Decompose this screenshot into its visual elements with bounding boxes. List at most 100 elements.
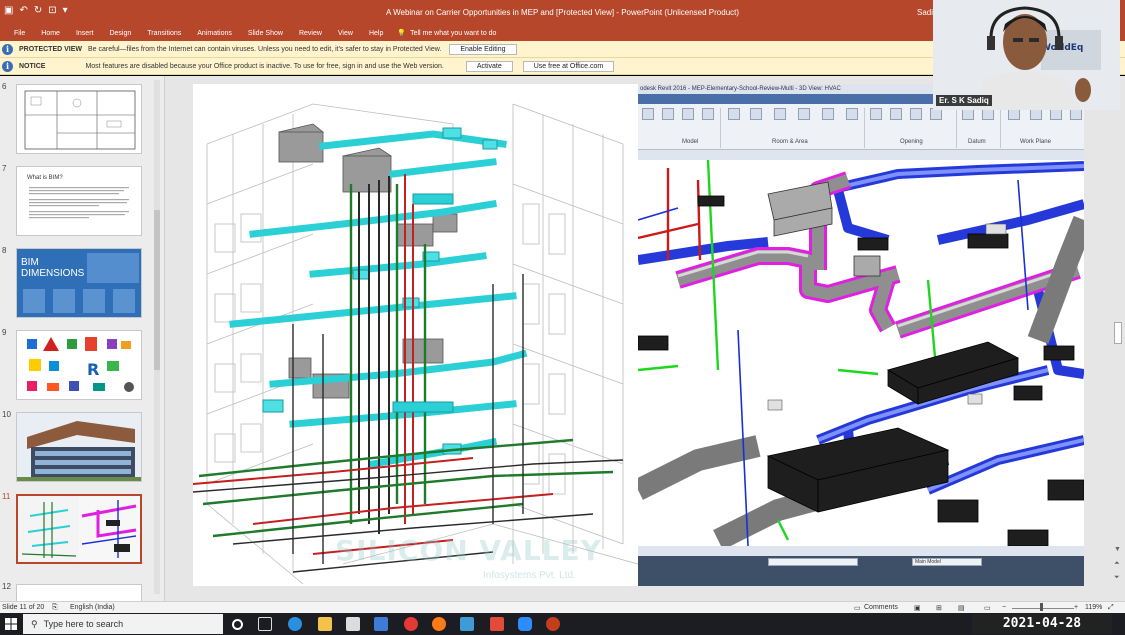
revit-status-field — [768, 558, 858, 566]
revit-group-label: Room & Area — [772, 139, 808, 145]
slide-thumbnail[interactable]: 12 — [0, 582, 150, 601]
revit-screenshot: odesk Revit 2016 - MEP-Elementary-School… — [638, 84, 1084, 586]
zoom-out-icon[interactable]: − — [1002, 604, 1006, 611]
mep-isometric-model — [193, 103, 638, 585]
revit-tool — [680, 108, 696, 134]
floor-plan-thumbnail — [16, 84, 142, 154]
taskbar-search-box[interactable]: ⚲ Type here to search — [23, 614, 223, 634]
app-icon[interactable] — [460, 617, 474, 631]
zoom-slider[interactable] — [1012, 608, 1074, 609]
slide-thumbnail[interactable]: 6 — [0, 82, 150, 156]
presenter-webcam: WorldEq Er. S K Sadiq — [933, 0, 1120, 110]
revit-group-label: Datum — [968, 139, 986, 145]
enable-editing-button[interactable]: Enable Editing — [449, 43, 517, 55]
slide-sorter-icon[interactable]: ⊞ — [936, 604, 942, 612]
revit-ribbon: Model Room & Area Opening Datum Work Pla… — [638, 104, 1084, 150]
status-bar: Slide 11 of 20 ⎘ English (India) ▭ Comme… — [0, 601, 1125, 613]
slide-thumbnail[interactable]: 9 R — [0, 328, 150, 402]
file-explorer-icon[interactable] — [318, 617, 332, 631]
tab-view[interactable]: View — [330, 30, 361, 37]
slide-thumbnail-current[interactable]: 11 — [0, 492, 150, 566]
tab-file[interactable]: File — [6, 30, 33, 37]
notice-message: Most features are disabled because your … — [85, 62, 444, 70]
tab-review[interactable]: Review — [291, 30, 330, 37]
thumbnail-scrollbar[interactable] — [154, 80, 160, 594]
revit-tool — [726, 108, 742, 134]
fit-to-window-icon[interactable]: ⤢ — [1108, 604, 1114, 612]
revit-tool — [1028, 108, 1044, 134]
tab-slide-show[interactable]: Slide Show — [240, 30, 291, 37]
info-icon: i — [2, 60, 13, 72]
tab-design[interactable]: Design — [101, 30, 139, 37]
edge-browser-icon[interactable] — [288, 617, 302, 631]
tell-me-box[interactable]: 💡 Tell me what you want to do — [391, 29, 496, 38]
language-indicator[interactable]: English (India) — [70, 604, 115, 611]
zoom-slider-thumb[interactable] — [1040, 603, 1043, 611]
store-icon[interactable] — [346, 617, 360, 631]
slide-number: 9 — [2, 328, 7, 337]
comments-icon[interactable]: ▭ — [854, 604, 861, 612]
zoom-in-icon[interactable]: + — [1074, 604, 1078, 611]
mail-icon[interactable] — [374, 617, 388, 631]
next-slide-icon[interactable]: ⏷ — [1114, 574, 1120, 582]
firefox-icon[interactable] — [432, 617, 446, 631]
comments-button[interactable]: Comments — [864, 604, 898, 611]
normal-view-icon[interactable]: ▣ — [914, 604, 921, 612]
taskbar-clock[interactable]: 2021-04-28 15:11:08 — [972, 614, 1112, 634]
slide-watermark: SILICON VALLEY — [335, 534, 602, 567]
revit-tool — [888, 108, 904, 134]
revit-tool — [700, 108, 716, 134]
svg-text:R: R — [87, 360, 99, 379]
tab-insert[interactable]: Insert — [68, 30, 102, 37]
slide-vertical-scrollbar[interactable]: ▲ ▼ ⏶ ⏷ — [1111, 76, 1125, 601]
slide-thumbnail[interactable]: 7 What is BIM? — [0, 164, 150, 238]
powerpoint-icon[interactable] — [546, 617, 560, 631]
zoom-app-icon[interactable] — [518, 617, 532, 631]
spell-check-icon[interactable]: ⎘ — [52, 604, 58, 612]
notice-label: NOTICE — [19, 62, 46, 70]
tab-home[interactable]: Home — [33, 30, 68, 37]
lightbulb-icon: 💡 — [397, 30, 407, 37]
next-slide-thumbnail — [16, 584, 142, 601]
task-view-icon[interactable] — [258, 617, 272, 631]
scroll-thumb[interactable] — [1114, 322, 1122, 344]
slide-watermark-subtitle: Infosystems Pvt. Ltd. — [483, 570, 576, 581]
slide-thumbnail[interactable]: 10 — [0, 410, 150, 484]
reading-view-icon[interactable]: ▤ — [958, 604, 965, 612]
revit-tool — [640, 108, 656, 134]
chrome-icon[interactable] — [404, 617, 418, 631]
tab-transitions[interactable]: Transitions — [139, 30, 189, 37]
slide-canvas[interactable]: SILICON VALLEY Infosystems Pvt. Ltd. — [193, 84, 638, 586]
activate-button[interactable]: Activate — [465, 60, 513, 72]
tab-animations[interactable]: Animations — [189, 30, 240, 37]
scroll-down-icon[interactable]: ▼ — [1114, 546, 1121, 553]
tab-help[interactable]: Help — [361, 30, 391, 37]
zoom-level[interactable]: 119% — [1085, 604, 1102, 611]
slide-number: 7 — [2, 164, 7, 173]
building-render-thumbnail — [16, 412, 142, 482]
slide-thumbnail[interactable]: 8 BIM DIMENSIONS — [0, 246, 150, 320]
slide-thumbnail-pane: 6 7 What is BIM? 8 BIM DIMENSIONS 9 R 10… — [0, 76, 165, 601]
slide-counter[interactable]: Slide 11 of 20 — [2, 604, 44, 611]
recorder-icon[interactable] — [490, 617, 504, 631]
cortana-icon[interactable] — [232, 619, 243, 630]
protected-view-message: Be careful—files from the Internet can c… — [88, 45, 442, 53]
slide-number: 11 — [2, 492, 11, 501]
revit-view-dropdown: Main Model — [912, 558, 982, 566]
slide-number: 10 — [2, 410, 11, 419]
presenter-name: Er. S K Sadiq — [936, 95, 992, 106]
revit-tool — [844, 108, 860, 134]
thumbnail-scroll-thumb[interactable] — [154, 210, 160, 370]
mep-model-thumbnail — [16, 494, 142, 564]
slide-show-icon[interactable]: ▭ — [984, 604, 991, 612]
revit-tool — [960, 108, 976, 134]
bim-dimensions-thumbnail: BIM DIMENSIONS — [16, 248, 142, 318]
previous-slide-icon[interactable]: ⏶ — [1114, 560, 1120, 568]
search-placeholder: Type here to search — [43, 619, 124, 629]
revit-tool — [928, 108, 944, 134]
presenter-video: WorldEq — [933, 0, 1120, 110]
windows-start-icon[interactable] — [5, 618, 17, 630]
use-free-button[interactable]: Use free at Office.com — [522, 60, 615, 72]
revit-tool — [1006, 108, 1022, 134]
revit-tool — [660, 108, 676, 134]
